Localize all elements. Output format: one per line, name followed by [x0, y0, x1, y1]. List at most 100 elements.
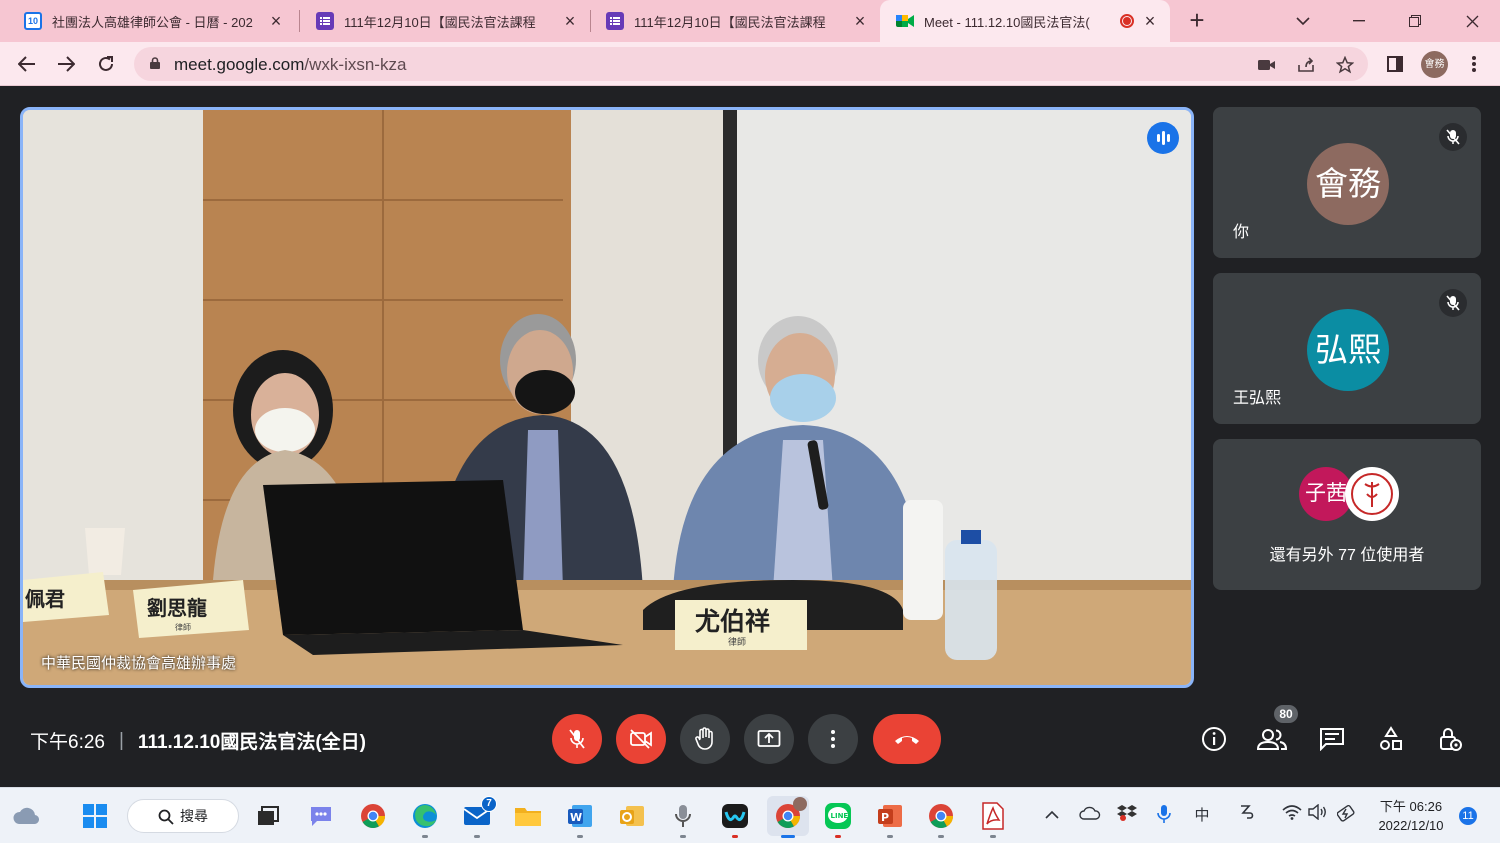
mail-icon[interactable]: 7 — [461, 796, 497, 838]
google-calendar-icon: 10 — [24, 12, 42, 30]
leave-call-button[interactable] — [873, 714, 941, 764]
more-options-button[interactable] — [808, 714, 858, 764]
url-text[interactable]: meet.google.com/wxk-ixsn-kza — [174, 55, 406, 75]
close-tab-icon[interactable]: × — [560, 11, 580, 32]
muted-mic-icon — [1439, 289, 1467, 317]
main-video-tile[interactable]: 佩君 劉思龍 律師 尤伯祥 律師 中華民國仲裁協會高雄辦事處 — [20, 107, 1194, 688]
taskbar-search[interactable]: 搜尋 — [127, 799, 239, 833]
clock-date: 2022/12/10 — [1378, 818, 1444, 833]
muted-mic-icon — [1439, 123, 1467, 151]
tab-forms-2[interactable]: 111年12月10日【國民法官法課程 × — [582, 0, 880, 42]
separator: | — [118, 729, 124, 751]
running-indicator — [938, 835, 944, 838]
side-panel-icon[interactable] — [1381, 50, 1409, 78]
search-icon — [158, 809, 174, 825]
edge-icon[interactable] — [409, 800, 441, 838]
nameplate-2-title: 律師 — [175, 622, 191, 632]
notification-badge[interactable]: 11 — [1459, 807, 1477, 825]
profile-avatar[interactable]: 會務 — [1421, 51, 1448, 78]
chrome-active-icon[interactable] — [767, 796, 809, 838]
chrome-icon[interactable] — [925, 800, 957, 838]
close-tab-icon[interactable]: × — [266, 11, 286, 32]
close-window-button[interactable] — [1444, 0, 1500, 42]
running-indicator — [422, 835, 428, 838]
volume-icon[interactable] — [1306, 803, 1330, 828]
minimize-button[interactable] — [1331, 0, 1387, 42]
windows-taskbar: 搜尋 7 W LINE P 中 下午 06:26 2022/12/10 11 — [0, 787, 1500, 843]
chat-icon[interactable] — [1315, 722, 1349, 756]
camera-in-use-icon[interactable] — [1256, 54, 1278, 76]
participant-tile[interactable]: 弘熙 王弘熙 — [1213, 273, 1481, 424]
browser-tab-strip: 10 社團法人高雄律師公會 - 日曆 - 202 × 111年12月10日【國民… — [0, 0, 1500, 42]
main-video-label: 中華民國仲裁協會高雄辦事處 — [41, 655, 237, 672]
share-icon[interactable] — [1295, 54, 1317, 76]
task-view-icon[interactable] — [252, 800, 284, 832]
address-bar[interactable]: meet.google.com/wxk-ixsn-kza — [134, 47, 1368, 81]
avatar: 弘熙 — [1307, 309, 1389, 391]
restore-button[interactable] — [1387, 0, 1443, 42]
chrome-icon[interactable] — [357, 800, 389, 832]
tab-forms-1[interactable]: 111年12月10日【國民法官法課程 × — [292, 0, 590, 42]
outlook-icon[interactable] — [616, 800, 648, 832]
microphone-icon[interactable] — [1152, 804, 1176, 828]
tab-search-chevron-icon[interactable] — [1275, 0, 1331, 42]
seal-avatar-icon — [1345, 467, 1399, 521]
close-tab-icon[interactable]: × — [1140, 11, 1160, 32]
host-controls-icon[interactable] — [1433, 722, 1467, 756]
svg-text:W: W — [570, 811, 582, 824]
svg-text:P: P — [881, 811, 889, 824]
word-icon[interactable]: W — [564, 800, 596, 838]
present-screen-button[interactable] — [744, 714, 794, 764]
tab-calendar[interactable]: 10 社團法人高雄律師公會 - 日曆 - 202 × — [0, 0, 296, 42]
lock-icon — [150, 57, 160, 69]
video-frame: 佩君 劉思龍 律師 尤伯祥 律師 — [23, 110, 1191, 685]
show-hidden-icons-chevron-icon[interactable] — [1040, 804, 1064, 828]
close-tab-icon[interactable]: × — [850, 11, 870, 32]
ime-mode-icon[interactable] — [1234, 804, 1258, 828]
file-explorer-icon[interactable] — [512, 800, 544, 832]
new-tab-button[interactable]: + — [1182, 6, 1212, 36]
participant-tile-self[interactable]: 會務 你 — [1213, 107, 1481, 258]
participant-name: 你 — [1233, 224, 1250, 241]
running-indicator — [732, 835, 738, 838]
camera-off-button[interactable] — [616, 714, 666, 764]
others-count-text: 還有另外 77 位使用者 — [1269, 547, 1425, 564]
tab-meet-active[interactable]: Meet - 111.12.10國民法官法( × — [880, 0, 1170, 42]
line-icon[interactable]: LINE — [822, 800, 854, 838]
raise-hand-button[interactable] — [680, 714, 730, 764]
webex-icon[interactable] — [719, 800, 751, 838]
battery-charging-icon[interactable] — [1335, 804, 1359, 828]
teams-chat-icon[interactable] — [305, 800, 337, 832]
mic-off-button[interactable] — [552, 714, 602, 764]
url-host: meet.google.com — [174, 55, 305, 74]
participant-name: 王弘熙 — [1233, 390, 1282, 407]
running-indicator — [680, 835, 686, 838]
tab-title: 111年12月10日【國民法官法課程 — [634, 14, 826, 30]
forward-button[interactable] — [52, 50, 80, 78]
avatar: 會務 — [1307, 143, 1389, 225]
windows-start-icon[interactable] — [79, 800, 111, 832]
google-forms-icon — [316, 12, 334, 30]
reload-button[interactable] — [92, 50, 120, 78]
taskbar-clock[interactable]: 下午 06:26 2022/12/10 — [1372, 797, 1450, 835]
ime-language-indicator[interactable]: 中 — [1190, 804, 1214, 828]
nameplate-3-title: 律師 — [728, 636, 746, 648]
browser-menu-icon[interactable] — [1460, 50, 1488, 78]
voice-recorder-icon[interactable] — [667, 800, 699, 838]
activities-icon[interactable] — [1374, 722, 1408, 756]
dropbox-icon[interactable] — [1115, 804, 1139, 828]
onedrive-icon[interactable] — [1078, 804, 1102, 828]
weather-widget-icon[interactable] — [10, 800, 42, 832]
tab-title: 111年12月10日【國民法官法課程 — [344, 14, 536, 30]
nameplate-1: 佩君 — [25, 587, 65, 611]
pdf-reader-icon[interactable] — [977, 800, 1009, 838]
back-button[interactable] — [13, 50, 41, 78]
others-tile[interactable]: 子茜 還有另外 77 位使用者 — [1213, 439, 1481, 590]
meeting-info-icon[interactable] — [1197, 722, 1231, 756]
people-icon[interactable] — [1255, 722, 1289, 756]
google-meet-icon — [896, 12, 914, 30]
bookmark-star-icon[interactable] — [1334, 54, 1356, 76]
powerpoint-icon[interactable]: P — [874, 800, 906, 838]
running-indicator — [577, 835, 583, 838]
wifi-icon[interactable] — [1280, 804, 1304, 828]
